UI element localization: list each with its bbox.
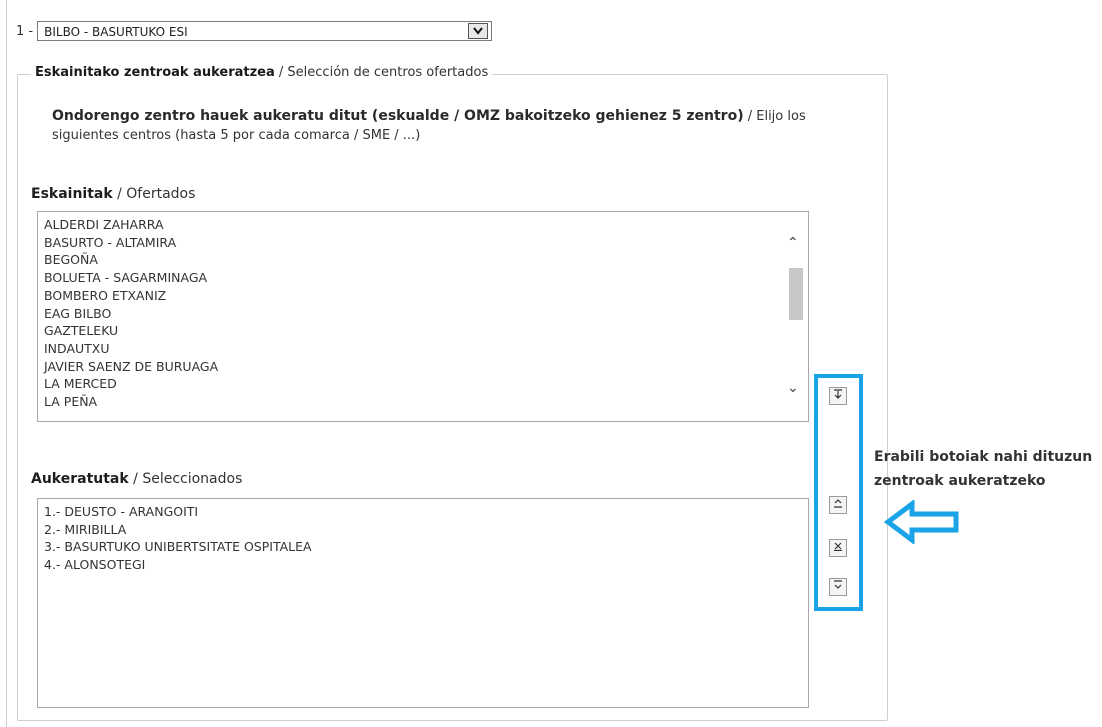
hint-line-2: zentroak aukeratzeko (874, 473, 1046, 489)
buttons-highlight (814, 374, 863, 611)
fieldset-legend: Eskainitako zentroak aukeratzea / Selecc… (31, 65, 493, 80)
center-select-value: BILBO - BASURTUKO ESI (44, 25, 188, 39)
remove-icon (833, 541, 843, 554)
offered-label: Eskainitak / Ofertados (31, 186, 195, 202)
offered-list-item[interactable]: BEGOÑA (44, 251, 808, 269)
buttons-hint: Erabili botoiak nahi dituzun zentroak au… (874, 445, 1092, 493)
remove-button[interactable] (829, 539, 847, 557)
selected-label-es: / Seleccionados (128, 471, 243, 487)
scroll-up-icon[interactable]: ⌃ (787, 235, 799, 251)
offered-list-item[interactable]: GAZTELEKU (44, 322, 808, 340)
selected-label-eu: Aukeratutak (31, 471, 129, 487)
move-up-icon (833, 498, 843, 511)
selected-items: 1.- DEUSTO - ARANGOITI 2.- MIRIBILLA 3.- B… (38, 499, 808, 574)
offered-list-item[interactable]: INDAUTXU (44, 340, 808, 358)
legend-eu: Eskainitako zentroak aukeratzea (35, 65, 275, 80)
offered-label-es: / Ofertados (112, 186, 196, 202)
add-button[interactable] (829, 387, 847, 405)
legend-es: / Selección de centros ofertados (274, 65, 489, 80)
selected-list-item[interactable]: 2.- MIRIBILLA (44, 521, 808, 539)
offered-list-item[interactable]: LA MERCED (44, 375, 808, 393)
offered-list-item[interactable]: LA PEÑA (44, 393, 808, 411)
offered-centers-list[interactable]: ALDERDI ZAHARRA BASURTO - ALTAMIRA BEGOÑA B… (37, 211, 809, 422)
move-bottom-icon (833, 580, 843, 593)
move-down-icon (833, 389, 843, 402)
scroll-thumb[interactable] (789, 268, 803, 320)
offered-list-item[interactable]: BASURTO - ALTAMIRA (44, 234, 808, 252)
left-arrow-icon (883, 499, 960, 548)
move-up-button[interactable] (829, 496, 847, 514)
offered-list-item[interactable]: BOLUETA - SAGARMINAGA (44, 269, 808, 287)
offered-scrollbar[interactable]: ⌃ ⌄ (784, 218, 806, 403)
selected-centers-list[interactable]: 1.- DEUSTO - ARANGOITI 2.- MIRIBILLA 3.- B… (37, 498, 809, 708)
offered-list-item[interactable]: BOMBERO ETXANIZ (44, 287, 808, 305)
offered-label-eu: Eskainitak (31, 186, 113, 202)
page-left-border (6, 0, 7, 727)
move-down-button[interactable] (829, 578, 847, 596)
row-index: 1 - (16, 23, 34, 39)
center-select[interactable]: BILBO - BASURTUKO ESI (37, 21, 493, 41)
offered-list-item[interactable]: EAG BILBO (44, 305, 808, 323)
offered-list-item[interactable]: JAVIER SAENZ DE BURUAGA (44, 358, 808, 376)
chevron-down-icon[interactable] (468, 23, 489, 39)
intro-eu: Ondorengo zentro hauek aukeratu ditut (e… (52, 108, 744, 124)
intro-text: Ondorengo zentro hauek aukeratu ditut (e… (52, 107, 852, 145)
selected-list-item[interactable]: 1.- DEUSTO - ARANGOITI (44, 503, 808, 521)
offered-list-item[interactable]: ALDERDI ZAHARRA (44, 216, 808, 234)
offered-items: ALDERDI ZAHARRA BASURTO - ALTAMIRA BEGOÑA B… (38, 212, 808, 411)
hint-line-1: Erabili botoiak nahi dituzun (874, 449, 1093, 465)
selected-list-item[interactable]: 3.- BASURTUKO UNIBERTSITATE OSPITALEA (44, 538, 808, 556)
selected-label: Aukeratutak / Seleccionados (31, 471, 242, 487)
center-select-row: 1 - BILBO - BASURTUKO ESI (16, 20, 493, 42)
selected-list-item[interactable]: 4.- ALONSOTEGI (44, 556, 808, 574)
scroll-down-icon[interactable]: ⌄ (787, 380, 799, 396)
